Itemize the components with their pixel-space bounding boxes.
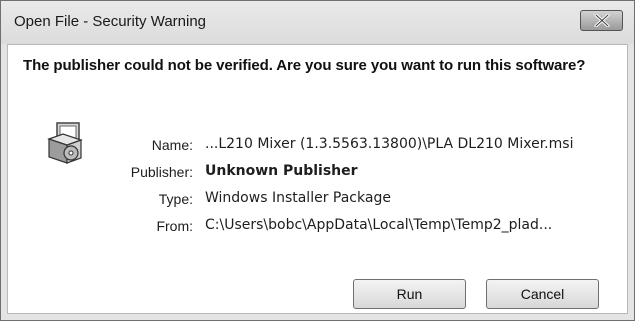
window-title: Open File - Security Warning (14, 13, 207, 30)
dialog-content: The publisher could not be verified. Are… (7, 44, 628, 314)
run-button[interactable]: Run (353, 279, 466, 309)
publisher-value[interactable]: Unknown Publisher (205, 163, 358, 179)
security-warning-window: Open File - Security Warning The publish… (0, 0, 635, 321)
title-bar[interactable]: Open File - Security Warning (1, 1, 634, 44)
close-button[interactable] (580, 10, 623, 31)
name-value: ...L210 Mixer (1.3.5563.13800)\PLA DL210… (205, 136, 574, 152)
name-label: Name: (151, 137, 193, 153)
cancel-button[interactable]: Cancel (486, 279, 599, 309)
installer-package-icon (43, 121, 87, 169)
publisher-label: Publisher: (130, 164, 193, 180)
from-label: From: (156, 218, 193, 234)
type-value: Windows Installer Package (205, 190, 391, 206)
from-value: C:\Users\bobc\AppData\Local\Temp\Temp2_p… (205, 217, 553, 233)
type-label: Type: (158, 191, 193, 207)
close-icon (594, 14, 610, 27)
warning-headline: The publisher could not be verified. Are… (23, 57, 586, 74)
